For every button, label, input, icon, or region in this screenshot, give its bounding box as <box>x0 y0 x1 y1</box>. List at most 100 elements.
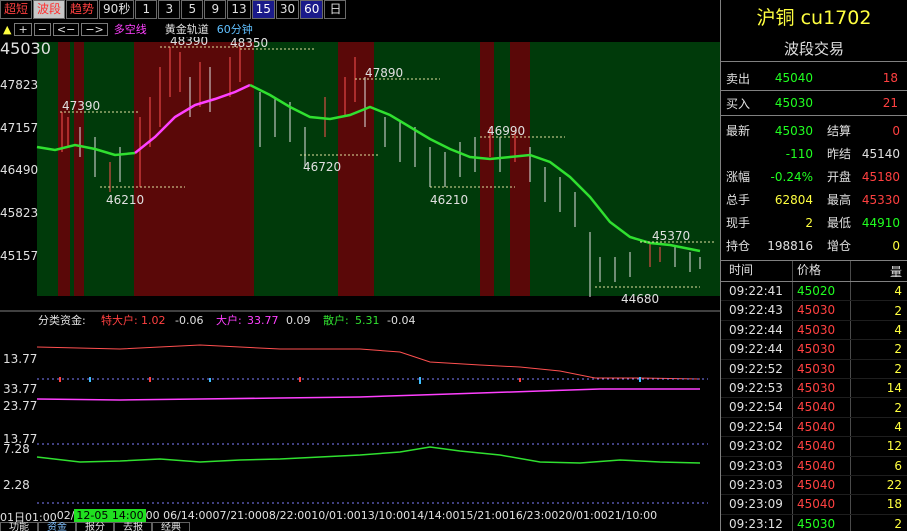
tick-row: 09:22:44 45030 2 <box>721 340 907 360</box>
bid-row[interactable]: 买入 45030 21 <box>721 91 907 115</box>
annotation-46720: 46720 <box>303 160 341 174</box>
quote-panel: 沪铜 cu1702 波段交易 卖出 45040 18 买入 45030 21 最… <box>720 0 907 531</box>
tick-volume: 22 <box>886 478 902 493</box>
annotation-46210-b: 46210 <box>430 193 468 207</box>
tab-report[interactable]: 报分 <box>76 522 114 531</box>
annotation-47890: 47890 <box>365 66 403 80</box>
period-5-button[interactable]: 5 <box>181 0 204 19</box>
tick-volume: 2 <box>894 400 902 415</box>
super-large-flow-line <box>36 344 701 380</box>
strategy-subtitle: 波段交易 <box>721 36 907 62</box>
bottom-bar: 01日01:00 02/ 12-05 14:00 00 06/14:00 07/… <box>0 509 720 531</box>
tick-price: 45030 <box>793 340 851 359</box>
tick-volume: 4 <box>894 419 902 434</box>
svg-text:1.02: 1.02 <box>141 314 166 327</box>
tick-time: 09:22:54 <box>721 398 793 417</box>
tick-price: 45030 <box>793 378 851 398</box>
fund-panel-header: 分类资金: 特大户: 1.02 -0.06 大户: 33.77 0.09 散户:… <box>38 313 415 327</box>
tick-time: 09:22:52 <box>721 359 793 378</box>
zoom-out-button[interactable]: − <box>33 22 51 36</box>
ask-volume: 18 <box>882 71 898 85</box>
ask-row[interactable]: 卖出 45040 18 <box>721 66 907 90</box>
scroll-left-button[interactable]: <− <box>52 22 80 36</box>
tick-volume: 12 <box>886 439 902 454</box>
tick-price: 45040 <box>793 437 851 456</box>
tab-funds[interactable]: 资金 <box>38 522 76 531</box>
svg-text:2.28: 2.28 <box>3 478 30 492</box>
tick-row: 09:22:54 45040 2 <box>721 398 907 418</box>
large-flow-line <box>36 388 700 401</box>
svg-text:分类资金:: 分类资金: <box>38 313 86 327</box>
annotation-47390: 47390 <box>62 99 100 113</box>
x-label: 10/01:00 <box>311 509 361 522</box>
x-label: 00 06/14:00 <box>145 509 213 522</box>
tick-row: 09:22:54 45040 4 <box>721 417 907 438</box>
tab-goto[interactable]: 去报 <box>114 522 152 531</box>
period-day-button[interactable]: 日 <box>324 0 347 19</box>
tick-row: 09:23:09 45040 18 <box>721 495 907 515</box>
period-30-button[interactable]: 30 <box>275 0 300 19</box>
tick-time: 09:23:03 <box>721 456 793 475</box>
tab-function[interactable]: 功能 <box>0 522 38 531</box>
tick-price: 45040 <box>793 495 851 514</box>
svg-text:33.77: 33.77 <box>3 382 37 396</box>
x-label: 21/10:00 <box>607 509 658 522</box>
tick-row: 09:22:53 45030 14 <box>721 378 907 399</box>
period-13-button[interactable]: 13 <box>227 0 251 19</box>
chart-svg[interactable]: 48390 48350 47890 47390 46990 46720 4621… <box>0 34 720 509</box>
ask-price: 45040 <box>774 71 813 85</box>
tick-header-volume: 量 <box>889 264 902 279</box>
tab-classic[interactable]: 经典 <box>152 522 190 531</box>
annotation-44680: 44680 <box>621 292 659 306</box>
tick-header-price: 价格 <box>793 261 851 281</box>
y-tick-45157: 45157 <box>0 249 38 263</box>
scroll-right-button[interactable]: −> <box>81 22 108 36</box>
y-tick-47823: 47823 <box>0 78 38 92</box>
stat-row: -110 昨结 45140 <box>785 146 900 162</box>
svg-text:7.28: 7.28 <box>3 442 30 456</box>
period-15-button[interactable]: 15 <box>251 0 275 19</box>
x-label: 15/21:00 <box>459 509 509 522</box>
tick-time: 09:22:53 <box>721 378 793 398</box>
tick-row: 09:23:03 45040 22 <box>721 475 907 496</box>
tick-time: 09:23:02 <box>721 437 793 456</box>
mode-trend-button[interactable]: 趋势 <box>66 0 99 19</box>
bottom-tabs: 功能 资金 报分 去报 经典 <box>0 522 190 531</box>
mode-ultra-short-button[interactable]: 超短 <box>0 0 33 19</box>
y-tick-45823: 45823 <box>0 206 38 220</box>
period-9-button[interactable]: 9 <box>204 0 227 19</box>
y-tick-47157: 47157 <box>0 121 38 135</box>
x-label: 13/10:00 <box>360 509 411 522</box>
indicator-golden-track[interactable]: 黄金轨道 <box>161 21 213 37</box>
mode-swing-button[interactable]: 波段 <box>33 0 66 19</box>
tick-row: 09:22:43 45030 2 <box>721 301 907 321</box>
period-90s-button[interactable]: 90秒 <box>99 0 135 19</box>
stat-row: 持仓 198816 增仓 0 <box>726 238 900 254</box>
cursor-time-label: 12-05 14:00 <box>74 509 146 522</box>
annotation-48350: 48350 <box>230 37 268 50</box>
indicator-period-label: 60分钟 <box>216 23 253 36</box>
collapse-arrow-icon[interactable]: ▲ <box>0 23 14 36</box>
tick-row: 09:23:02 45040 12 <box>721 437 907 457</box>
chart-area[interactable]: 48390 48350 47890 47390 46990 46720 4621… <box>0 34 720 531</box>
period-1-button[interactable]: 1 <box>135 0 158 19</box>
tick-volume: 2 <box>894 342 902 357</box>
tick-price: 45040 <box>793 417 851 437</box>
x-label: 07/21:00 <box>212 509 262 522</box>
tick-time: 09:22:43 <box>721 301 793 320</box>
indicator-bull-bear-line[interactable]: 多空线 <box>110 21 151 37</box>
y-tick-46490: 46490 <box>0 163 38 177</box>
tick-price: 45030 <box>793 320 851 340</box>
svg-text:13.77: 13.77 <box>3 352 37 366</box>
tick-list[interactable]: 09:22:41 45020 4 09:22:43 45030 2 09:22:44 4503… <box>721 282 907 531</box>
fund-y-axis: 13.77 33.77 23.77 13.77 7.28 2.28 <box>3 352 37 492</box>
svg-text:散户:: 散户: <box>323 313 349 327</box>
tick-volume: 4 <box>894 322 902 337</box>
svg-text:0.09: 0.09 <box>286 314 311 327</box>
tick-time: 09:23:03 <box>721 475 793 495</box>
current-price-label: 45030 <box>0 39 51 58</box>
period-3-button[interactable]: 3 <box>158 0 181 19</box>
period-60-button[interactable]: 60 <box>300 0 324 19</box>
zoom-in-button[interactable]: + <box>14 22 32 36</box>
svg-text:大户:: 大户: <box>216 313 242 327</box>
